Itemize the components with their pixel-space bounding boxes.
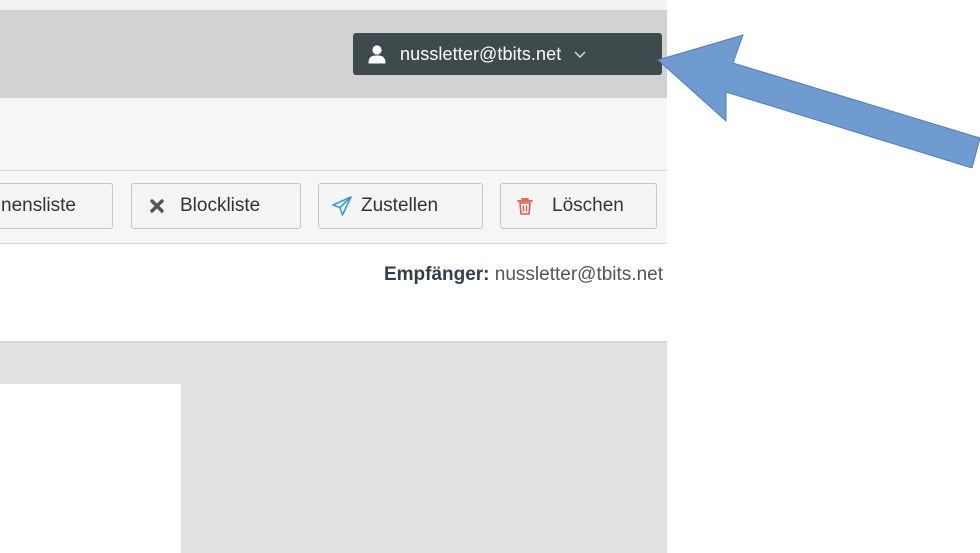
annotation-arrow — [656, 34, 980, 168]
user-icon — [368, 45, 386, 64]
delete-button[interactable]: Löschen — [500, 183, 657, 229]
blocklist-button[interactable]: Blockliste — [131, 183, 301, 229]
chevron-down-icon — [574, 51, 586, 58]
message-info-panel: Empfänger: nussletter@tbits.net — [0, 244, 667, 343]
x-icon — [150, 199, 164, 213]
allowlist-label: nensliste — [1, 195, 76, 216]
user-menu-button[interactable]: nussletter@tbits.net — [353, 33, 662, 75]
recipient-value: nussletter@tbits.net — [494, 264, 663, 285]
trash-icon — [517, 198, 533, 215]
deliver-label: Zustellen — [361, 195, 439, 216]
blocklist-label: Blockliste — [180, 195, 261, 216]
paper-plane-icon — [332, 196, 352, 216]
top-bar: nussletter@tbits.net — [0, 0, 667, 98]
delete-label: Löschen — [552, 195, 624, 216]
deliver-button[interactable]: Zustellen — [318, 183, 483, 229]
action-toolbar: nensliste Blockliste Zustellen Löschen — [0, 171, 667, 244]
recipient-line: Empfänger: nussletter@tbits.net — [384, 264, 663, 286]
recipient-label: Empfänger: — [383, 264, 490, 285]
user-email: nussletter@tbits.net — [400, 43, 562, 64]
app-window: nussletter@tbits.net nensliste Blocklist… — [0, 0, 667, 553]
allowlist-button[interactable]: nensliste — [0, 183, 113, 229]
message-content-pane — [0, 384, 181, 553]
secondary-bar — [0, 98, 667, 171]
